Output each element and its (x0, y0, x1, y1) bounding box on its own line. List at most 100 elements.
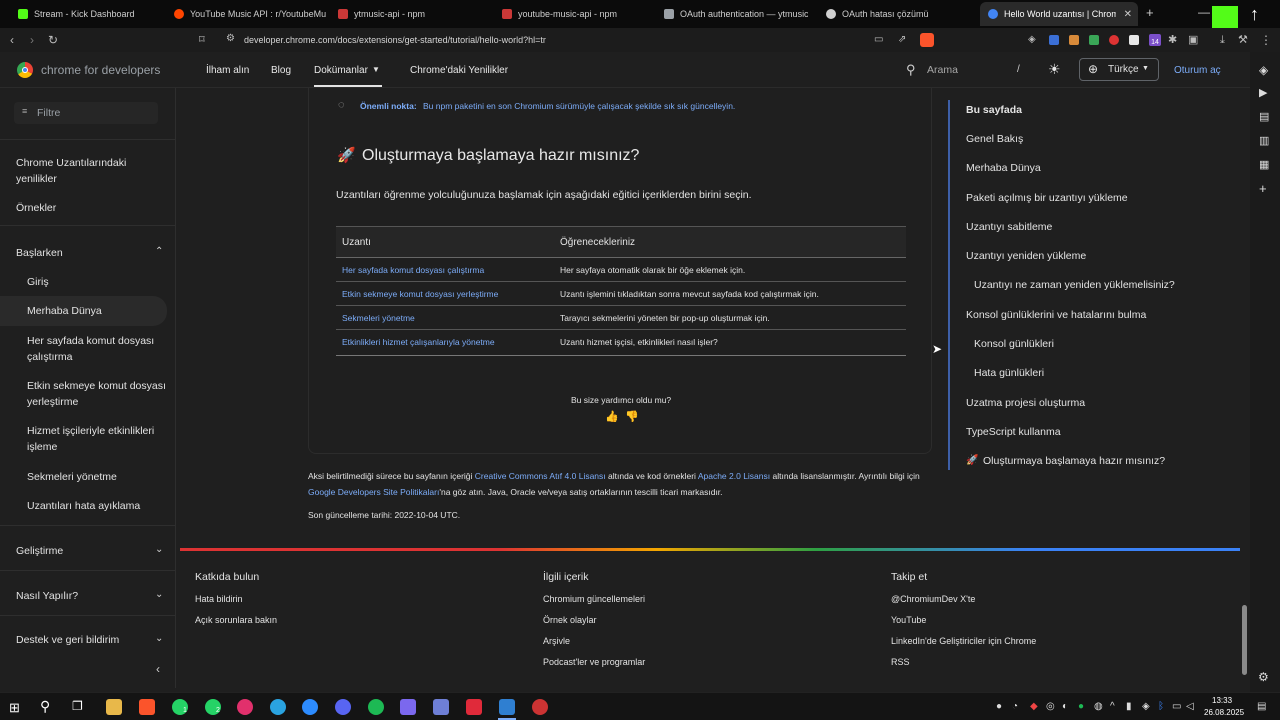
chevron-up-icon[interactable]: ^ (1110, 701, 1115, 712)
footer-link[interactable]: LinkedIn'de Geliştiriciler için Chrome (891, 636, 1036, 646)
zoom-icon[interactable] (302, 699, 318, 715)
sidebar-item-whats-new[interactable]: Chrome Uzantılarındaki yenilikler (16, 155, 156, 187)
toc-item[interactable]: Uzantıyı yeniden yükleme (966, 250, 1086, 262)
search-input[interactable]: Arama (927, 64, 958, 76)
browser-tab[interactable]: Stream - Kick Dashboard (10, 2, 162, 26)
chevron-down-icon[interactable]: ⌄ (155, 589, 163, 600)
browser-tab[interactable]: OAuth authentication — ytmusicapi (656, 2, 808, 26)
toc-item[interactable]: TypeScript kullanma (966, 426, 1061, 438)
sidebar-item-samples[interactable]: Örnekler (16, 200, 156, 216)
sidebar-toggle-icon[interactable]: ▣ (1188, 32, 1198, 48)
chevron-down-icon[interactable]: ⌄ (155, 544, 163, 555)
page-scrollbar-thumb[interactable] (1242, 605, 1247, 675)
toc-item[interactable]: Hata günlükleri (974, 367, 1044, 379)
tray-icon[interactable]: ◆ (1030, 701, 1038, 712)
nav-docs[interactable]: Dokümanlar (314, 65, 368, 76)
toc-item[interactable]: Genel Bakış (966, 133, 1023, 145)
toc-item[interactable]: Konsol günlükleri (974, 338, 1054, 350)
volume-icon[interactable]: ◁ (1186, 701, 1194, 712)
extension-icon[interactable] (1049, 35, 1059, 45)
tray-icon[interactable]: ◈ (1142, 701, 1150, 712)
app-icon[interactable] (433, 699, 449, 715)
footer-link[interactable]: Chromium güncellemeleri (543, 594, 645, 604)
browser-tab[interactable]: youtube-music-api - npm (494, 2, 654, 26)
tray-icon[interactable]: ◍ (1094, 701, 1103, 712)
browser-tab[interactable]: YouTube Music API : r/YoutubeMusic (166, 2, 326, 26)
minimize-icon[interactable]: — (1198, 5, 1210, 19)
sidebar-item-service-worker[interactable]: Hizmet işçileriyle etkinlikleri işleme (27, 423, 167, 455)
spotify-tray-icon[interactable]: ● (1078, 701, 1084, 712)
panel-icon[interactable]: ▤ (1259, 110, 1269, 123)
add-panel-icon[interactable]: + (1259, 181, 1267, 196)
toc-item[interactable]: Konsol günlüklerini ve hatalarını bulma (966, 309, 1146, 321)
tray-icon[interactable]: ◐ (1062, 701, 1068, 712)
extension-icon[interactable] (1089, 35, 1099, 45)
browser-tab[interactable]: ytmusic-api - npm (330, 2, 490, 26)
brand-name[interactable]: chrome for developers (41, 63, 160, 77)
settings-icon[interactable]: ⚙ (1258, 670, 1269, 684)
chevron-down-icon[interactable]: ▼ (372, 65, 380, 74)
footer-link[interactable]: Hata bildirin (195, 594, 243, 604)
whatsapp-tray-icon[interactable]: ● (996, 701, 1002, 712)
tray-icon[interactable]: ◔ (1012, 701, 1018, 712)
footer-link[interactable]: Örnek olaylar (543, 615, 597, 625)
toc-item-active[interactable]: Oluşturmaya başlamaya hazır mısınız? (983, 455, 1165, 467)
app-icon[interactable] (466, 699, 482, 715)
extension-icon[interactable] (1129, 35, 1139, 45)
menu-icon[interactable]: ⋮ (1260, 32, 1272, 48)
footer-link[interactable]: @ChromiumDev X'te (891, 594, 975, 604)
windows-start-icon[interactable]: ⊞ (9, 700, 20, 716)
task-view-icon[interactable]: ❐ (72, 699, 83, 713)
toc-item[interactable]: Uzantıyı sabitleme (966, 221, 1052, 233)
sidebar-item-intro[interactable]: Giriş (27, 274, 167, 290)
app-icon[interactable] (532, 699, 548, 715)
extension-icon[interactable] (1069, 35, 1079, 45)
chevron-down-icon[interactable]: ⌄ (155, 633, 163, 644)
sidebar-item-debugging[interactable]: Uzantıları hata ayıklama (27, 498, 167, 514)
sidebar-section-getting-started[interactable]: Başlarken (16, 245, 156, 261)
sidebar-section-support[interactable]: Destek ve geri bildirim (16, 632, 156, 648)
policy-link[interactable]: Google Developers Site Politikaları (308, 487, 439, 497)
network-icon[interactable]: ▭ (1172, 701, 1181, 712)
close-tab-icon[interactable]: ✕ (1124, 9, 1132, 20)
sidebar-item-run-script[interactable]: Her sayfada komut dosyası çalıştırma (27, 333, 167, 365)
footer-link[interactable]: RSS (891, 657, 910, 667)
filter-input[interactable]: ≡ Filtre (14, 102, 158, 124)
sidebar-section-howto[interactable]: Nasıl Yapılır? (16, 588, 156, 604)
theme-toggle-icon[interactable]: ☀ (1048, 61, 1061, 78)
bluetooth-icon[interactable]: ᛒ (1158, 701, 1164, 712)
extension-icon[interactable]: ◈ (1028, 32, 1036, 48)
brave-shield-icon[interactable] (920, 33, 934, 47)
sidebar-item-inject-script[interactable]: Etkin sekmeye komut dosyası yerleştirme (27, 378, 167, 410)
sidebar-section-develop[interactable]: Geliştirme (16, 543, 156, 559)
extension-icon[interactable] (1109, 35, 1119, 45)
browser-tab[interactable]: OAuth hatası çözümü (818, 2, 968, 26)
reload-icon[interactable]: ↻ (48, 32, 58, 48)
forward-icon[interactable]: › (30, 32, 34, 48)
nav-whats-new[interactable]: Chrome'daki Yenilikler (410, 65, 508, 76)
collapse-sidebar-icon[interactable]: ‹ (156, 662, 160, 676)
footer-link[interactable]: Podcast'ler ve programlar (543, 657, 645, 667)
table-link[interactable]: Etkin sekmeye komut dosyası yerleştirme (342, 289, 498, 299)
nav-blog[interactable]: Blog (271, 65, 291, 76)
clock-time[interactable]: 13:33 (1212, 696, 1232, 705)
clock-date[interactable]: 26.08.2025 (1204, 708, 1244, 717)
search-icon[interactable]: ⚲ (906, 62, 916, 78)
table-link[interactable]: Sekmeleri yönetme (342, 313, 415, 323)
table-link[interactable]: Her sayfada komut dosyası çalıştırma (342, 265, 484, 275)
slack-icon[interactable] (237, 699, 253, 715)
footer-link[interactable]: Arşivle (543, 636, 570, 646)
back-icon[interactable]: ‹ (10, 32, 14, 48)
tool-icon[interactable]: ⚒ (1238, 32, 1248, 48)
license-link[interactable]: Apache 2.0 Lisansı (698, 471, 770, 481)
panel-icon[interactable]: ▶ (1259, 86, 1267, 99)
panel-icon[interactable]: ▥ (1259, 134, 1269, 147)
file-explorer-icon[interactable] (106, 699, 122, 715)
new-tab-button[interactable]: + (1146, 5, 1154, 20)
sidebar-item-hello-world[interactable]: Merhaba Dünya (27, 303, 167, 319)
panel-icon[interactable]: ◈ (1259, 63, 1268, 77)
brave-browser-icon[interactable] (139, 699, 155, 715)
address-bar[interactable]: ⚙ developer.chrome.com/docs/extensions/g… (218, 30, 944, 50)
toc-item[interactable]: Merhaba Dünya (966, 162, 1041, 174)
table-link[interactable]: Etkinlikleri hizmet çalışanlarıyla yönet… (342, 337, 495, 347)
